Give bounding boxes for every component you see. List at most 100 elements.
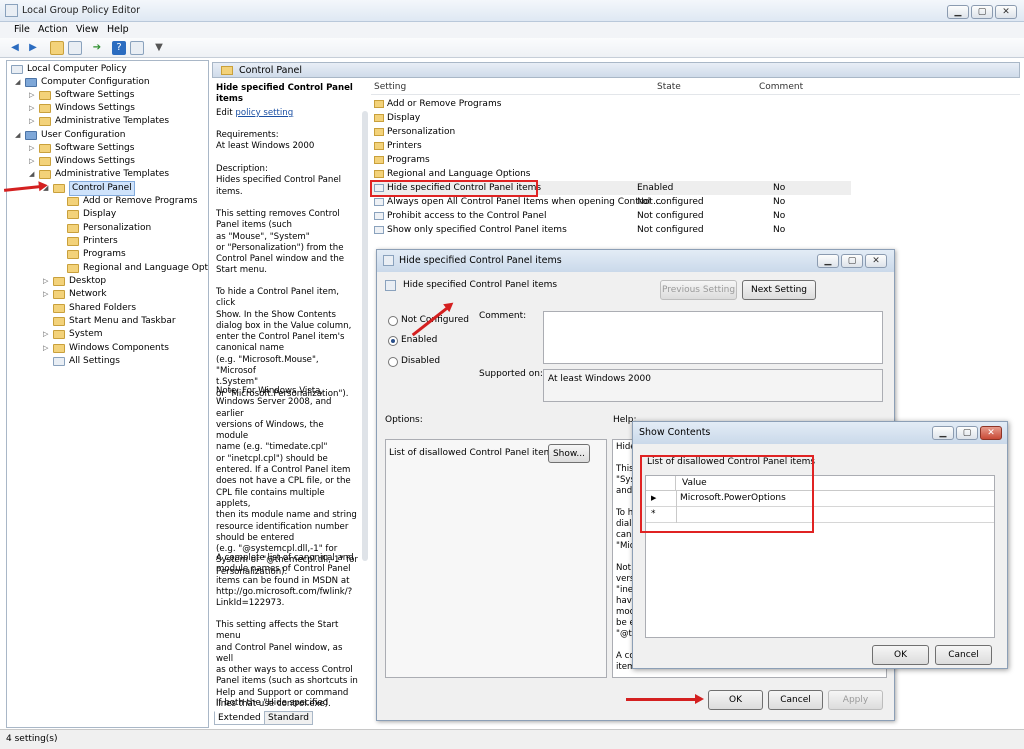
folder-icon: [374, 100, 384, 108]
main-pane-title: Control Panel: [239, 65, 302, 76]
show-close-button[interactable]: ✕: [980, 426, 1002, 440]
folder-icon: [374, 114, 384, 122]
list-item-folder[interactable]: Display: [371, 111, 851, 125]
maximize-button[interactable]: ▢: [971, 5, 993, 19]
collapse-icon[interactable]: ◢: [15, 129, 23, 142]
folder-icon: [39, 157, 51, 166]
radio-enabled[interactable]: [388, 336, 398, 346]
menu-view[interactable]: View: [76, 24, 99, 35]
settings-list-header: Setting State Comment: [371, 80, 1020, 95]
view-tabs: Extended Standard: [212, 711, 362, 725]
collapse-icon[interactable]: ◢: [29, 168, 37, 181]
computer-icon: [25, 78, 37, 87]
folder-icon: [374, 170, 384, 178]
setting-row[interactable]: Always open All Control Panel Items when…: [371, 195, 851, 209]
show-cancel-button[interactable]: Cancel: [935, 645, 992, 665]
cancel-button[interactable]: Cancel: [768, 690, 823, 710]
filter-icon[interactable]: ▼: [152, 41, 166, 55]
scroll-thumb[interactable]: [362, 111, 368, 561]
expand-icon[interactable]: ▷: [29, 89, 37, 102]
dialog-close-button[interactable]: ✕: [865, 254, 887, 268]
list-item-folder[interactable]: Programs: [371, 153, 851, 167]
menu-file[interactable]: File: [14, 24, 30, 35]
supported-on-field: At least Windows 2000: [543, 369, 883, 402]
description-title: Hide specified Control Panel items: [216, 83, 353, 105]
description-paragraph-3: Note: For Windows Vista, Windows Server …: [216, 386, 358, 577]
folder-icon: [39, 117, 51, 126]
folder-icon: [53, 290, 65, 299]
red-arrow-ok: [626, 694, 704, 704]
extended-description: Hide specified Control Panel items Edit …: [212, 79, 360, 709]
help-icon[interactable]: ?: [112, 41, 126, 55]
forward-arrow-icon[interactable]: ▶: [26, 41, 40, 55]
folder-icon: [67, 197, 79, 206]
requirements-text: Requirements: At least Windows 2000: [216, 130, 315, 152]
radio-not-configured[interactable]: [388, 316, 398, 326]
edit-prefix: Edit: [216, 108, 233, 118]
settings-icon: [53, 357, 65, 366]
back-arrow-icon[interactable]: ◀: [8, 41, 22, 55]
column-comment[interactable]: Comment: [759, 82, 803, 92]
radio-disabled[interactable]: [388, 357, 398, 367]
comment-textarea[interactable]: [543, 311, 883, 364]
policy-icon: [11, 65, 23, 74]
next-setting-button[interactable]: Next Setting: [742, 280, 816, 300]
column-setting[interactable]: Setting: [374, 82, 406, 92]
collapse-icon[interactable]: ◢: [15, 76, 23, 89]
expand-icon[interactable]: ▷: [43, 288, 51, 301]
radio-label-enabled: Enabled: [401, 335, 438, 345]
show-dialog-title: Show Contents: [639, 427, 711, 438]
show-minimize-button[interactable]: ▁: [932, 426, 954, 440]
option-list-label: List of disallowed Control Panel items: [389, 448, 558, 458]
expand-icon[interactable]: ▷: [29, 142, 37, 155]
description-paragraph-5: This setting affects the Start menu and …: [216, 620, 358, 709]
tab-standard[interactable]: Standard: [264, 711, 313, 725]
title-bar: Local Group Policy Editor ▁ ▢ ✕: [0, 0, 1024, 22]
description-paragraph-1: This setting removes Control Panel items…: [216, 209, 345, 276]
dialog-maximize-button[interactable]: ▢: [841, 254, 863, 268]
minimize-button[interactable]: ▁: [947, 5, 969, 19]
properties-icon[interactable]: [130, 41, 144, 55]
main-pane-header: Control Panel: [212, 62, 1020, 78]
expand-icon[interactable]: ▷: [29, 102, 37, 115]
column-state[interactable]: State: [657, 82, 681, 92]
supported-on-value: At least Windows 2000: [548, 374, 651, 384]
setting-row[interactable]: Show only specified Control Panel items N…: [371, 223, 851, 237]
folder-icon: [374, 128, 384, 136]
setting-row[interactable]: Prohibit access to the Control Panel Not …: [371, 209, 851, 223]
list-item-folder[interactable]: Regional and Language Options: [371, 167, 851, 181]
list-item-folder[interactable]: Add or Remove Programs: [371, 97, 851, 111]
folder-icon: [67, 210, 79, 219]
show-hide-tree-icon[interactable]: [68, 41, 82, 55]
apply-button[interactable]: Apply: [828, 690, 883, 710]
expand-icon[interactable]: ▷: [29, 155, 37, 168]
folder-icon: [374, 156, 384, 164]
menu-action[interactable]: Action: [38, 24, 68, 35]
setting-icon: [374, 198, 384, 206]
expand-icon[interactable]: ▷: [43, 275, 51, 288]
export-list-icon[interactable]: ➔: [90, 41, 104, 55]
expand-icon[interactable]: ▷: [43, 328, 51, 341]
close-button[interactable]: ✕: [995, 5, 1017, 19]
policy-setting-link[interactable]: policy setting: [235, 108, 293, 118]
previous-setting-button[interactable]: Previous Setting: [660, 280, 737, 300]
show-ok-button[interactable]: OK: [872, 645, 929, 665]
show-dialog-title-bar: Show Contents ▁ ▢ ✕: [633, 422, 1007, 444]
menu-help[interactable]: Help: [107, 24, 129, 35]
dialog-title-bar: Hide specified Control Panel items ▁ ▢ ✕: [377, 250, 894, 272]
status-text: 4 setting(s): [6, 734, 58, 744]
tab-extended[interactable]: Extended: [214, 711, 265, 725]
folder-icon: [39, 170, 51, 179]
dialog-minimize-button[interactable]: ▁: [817, 254, 839, 268]
description-paragraph-2: To hide a Control Panel item, click Show…: [216, 287, 352, 399]
folder-icon: [374, 142, 384, 150]
list-item-folder[interactable]: Personalization: [371, 125, 851, 139]
ok-button[interactable]: OK: [708, 690, 763, 710]
expand-icon[interactable]: ▷: [43, 342, 51, 355]
show-button[interactable]: Show...: [548, 444, 590, 463]
list-item-folder[interactable]: Printers: [371, 139, 851, 153]
folder-icon: [39, 144, 51, 153]
up-folder-icon[interactable]: [50, 41, 64, 55]
expand-icon[interactable]: ▷: [29, 115, 37, 128]
show-maximize-button[interactable]: ▢: [956, 426, 978, 440]
